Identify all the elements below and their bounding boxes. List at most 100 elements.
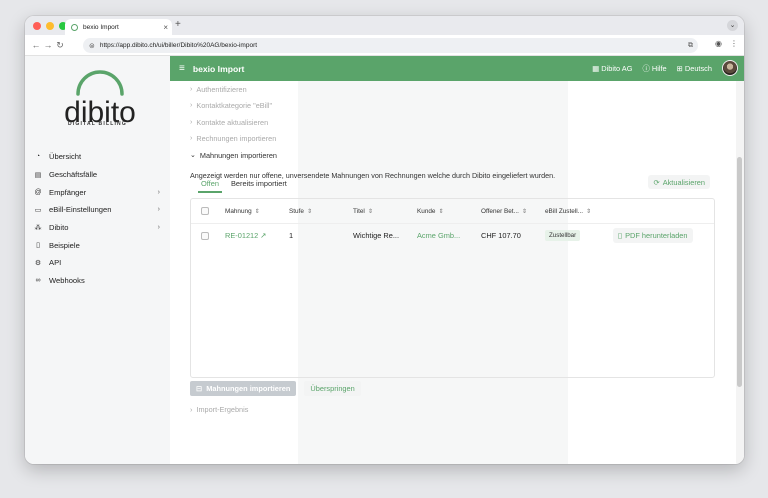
tab-bar: Offen Bereits importiert ⟳ Aktualisieren (190, 173, 710, 195)
step-label: Authentifizieren (196, 84, 247, 94)
column-label: Titel (353, 207, 365, 215)
step-kontakte-aktualisieren[interactable]: › Kontakte aktualisieren (170, 114, 730, 131)
step-mahnungen-importieren[interactable]: ⌄ Mahnungen importieren (170, 147, 730, 164)
status-badge: Zustellbar (545, 230, 581, 241)
row-checkbox[interactable] (201, 232, 209, 240)
extensions-icon[interactable]: ⧉ (688, 42, 693, 50)
tab-close-icon[interactable]: × (163, 23, 168, 32)
refresh-label: Aktualisieren (662, 177, 705, 187)
main-content: ≡ bexio Import ▦ Dibito AG ⓘ Hilfe ⊞ Deutsc… (170, 56, 744, 464)
profile-icon[interactable]: ◉ (715, 39, 722, 48)
language-switcher[interactable]: ⊞ Deutsch (677, 64, 712, 73)
language-label: Deutsch (684, 63, 712, 73)
pdf-download-label: PDF herunterladen (625, 231, 688, 240)
sidebar-item-uebersicht[interactable]: ◔ Übersicht (25, 148, 170, 166)
sort-icon: ⇕ (438, 208, 444, 215)
pdf-download-button[interactable]: ▯ PDF herunterladen (613, 228, 693, 243)
help-label: Hilfe (651, 63, 667, 73)
chevron-down-icon: ⌄ (190, 152, 196, 160)
sidebar-item-label: Beispiele (49, 240, 80, 250)
dashboard-icon: ◔ (35, 153, 41, 161)
column-kunde[interactable]: Kunde ⇕ (417, 208, 444, 215)
sidebar-item-label: Geschäftsfälle (49, 170, 98, 180)
sidebar-item-label: Dibito (49, 223, 69, 233)
skip-button[interactable]: Überspringen (304, 381, 361, 396)
step-label: Import-Ergebnis (196, 405, 249, 414)
column-label: Kunde (417, 207, 436, 215)
chevron-right-icon: › (157, 188, 160, 196)
sidebar-item-webhooks[interactable]: ∞ Webhooks (25, 272, 170, 290)
minimize-window-button[interactable] (46, 22, 54, 30)
sidebar-item-beispiele[interactable]: ▯ Beispiele (25, 236, 170, 254)
refresh-button[interactable]: ⟳ Aktualisieren (648, 175, 710, 189)
mahnung-link[interactable]: RE-01212 ↗ (225, 231, 266, 240)
column-label: Offener Bet... (481, 207, 519, 215)
tab-strip: bexio Import × + ⌄ (25, 16, 744, 35)
help-link[interactable]: ⓘ Hilfe (642, 63, 666, 74)
sort-icon: ⇕ (367, 208, 373, 215)
page-title: bexio Import (192, 63, 245, 74)
settings-card-icon: ▭ (34, 206, 42, 214)
forward-icon[interactable]: → (42, 40, 54, 50)
import-reminders-button[interactable]: ⊟ Mahnungen importieren (190, 381, 297, 396)
step-authentifizieren[interactable]: › Authentifizieren (170, 81, 730, 98)
reload-icon[interactable]: ↻ (54, 40, 66, 51)
table-header: Mahnung ⇕ Stufe ⇕ Titel ⇕ Kunde ⇕ Offener Be… (191, 199, 714, 223)
external-link-icon: ↗ (260, 231, 267, 240)
address-bar[interactable]: ⊜ https://app.dibito.ch/ui/biller/Dibito… (83, 38, 698, 53)
pdf-file-icon: ▯ (618, 231, 623, 240)
column-stufe[interactable]: Stufe ⇕ (289, 208, 312, 215)
favicon-icon (71, 23, 78, 31)
betrag-cell: CHF 107.70 (481, 231, 521, 240)
column-offener-betrag[interactable]: Offener Bet... ⇕ (481, 208, 527, 215)
refresh-icon: ⟳ (653, 177, 660, 187)
browser-tab[interactable]: bexio Import × (65, 19, 172, 35)
sidebar-item-label: Webhooks (49, 276, 85, 286)
sidebar-item-ebill-einstellungen[interactable]: ▭ eBill-Einstellungen › (25, 201, 170, 219)
api-icon: ⚙ (34, 259, 42, 267)
back-icon[interactable]: ← (30, 40, 42, 50)
step-label: Kontakte aktualisieren (196, 117, 269, 127)
table-row[interactable]: RE-01212 ↗ 1 Wichtige Re... Acme Gmb... C… (191, 223, 714, 249)
close-window-button[interactable] (33, 22, 41, 30)
kunde-link[interactable]: Acme Gmb... (417, 231, 460, 240)
sort-icon: ⇕ (586, 208, 592, 215)
chevron-right-icon: › (190, 405, 193, 414)
sidebar-item-geschaeftsfaelle[interactable]: ▤ Geschäftsfälle (25, 166, 170, 184)
scrollbar[interactable] (736, 81, 744, 464)
kebab-menu-icon[interactable]: ⋮ (730, 39, 738, 48)
tab-offen[interactable]: Offen (198, 179, 222, 193)
chevron-right-icon: › (190, 118, 193, 126)
building-icon: ▦ (592, 63, 600, 73)
sidebar-item-dibito[interactable]: ⁂ Dibito › (25, 219, 170, 237)
import-icon: ⊟ (196, 384, 203, 393)
translate-icon: ⊞ (676, 63, 683, 73)
select-all-checkbox[interactable] (201, 207, 209, 215)
step-rechnungen-importieren[interactable]: › Rechnungen importieren (170, 131, 730, 148)
url-text: https://app.dibito.ch/ui/biller/Dibito%2… (99, 42, 258, 49)
step-kontaktkategorie[interactable]: › Kontaktkategorie "eBill" (170, 98, 730, 115)
reminders-table: Mahnung ⇕ Stufe ⇕ Titel ⇕ Kunde ⇕ Offener Be… (190, 198, 715, 378)
action-bar: ⊟ Mahnungen importieren Überspringen (190, 381, 361, 396)
sidebar-item-empfaenger[interactable]: @ Empfänger › (25, 183, 170, 201)
logo-subtitle: DIGITAL BILLING (68, 121, 127, 127)
app-area: dibito DIGITAL BILLING ◔ Übersicht ▤ Ges… (25, 56, 744, 464)
new-tab-button[interactable]: + (175, 19, 181, 30)
import-steps: › Authentifizieren › Kontaktkategorie "eBi… (170, 81, 730, 180)
browser-toolbar: ← → ↻ ⊜ https://app.dibito.ch/ui/biller/… (25, 35, 744, 56)
browser-tab-title: bexio Import (83, 23, 119, 31)
tab-search-icon[interactable]: ⌄ (727, 20, 738, 31)
scrollbar-thumb[interactable] (737, 157, 742, 387)
hamburger-menu-icon[interactable]: ≡ (179, 63, 185, 74)
company-switcher[interactable]: ▦ Dibito AG (592, 64, 632, 73)
step-label: Mahnungen importieren (199, 150, 277, 160)
site-info-icon[interactable]: ⊜ (89, 42, 95, 50)
column-ebill-zustellbarkeit[interactable]: eBill Zustell... ⇕ (545, 208, 591, 215)
avatar[interactable] (722, 60, 738, 76)
step-import-ergebnis[interactable]: › Import-Ergebnis (190, 405, 248, 414)
sidebar-item-api[interactable]: ⚙ API (25, 254, 170, 272)
tab-bereits-importiert[interactable]: Bereits importiert (231, 179, 287, 188)
column-mahnung[interactable]: Mahnung ⇕ (225, 208, 260, 215)
step-label: Kontaktkategorie "eBill" (196, 101, 273, 111)
column-titel[interactable]: Titel ⇕ (353, 208, 373, 215)
